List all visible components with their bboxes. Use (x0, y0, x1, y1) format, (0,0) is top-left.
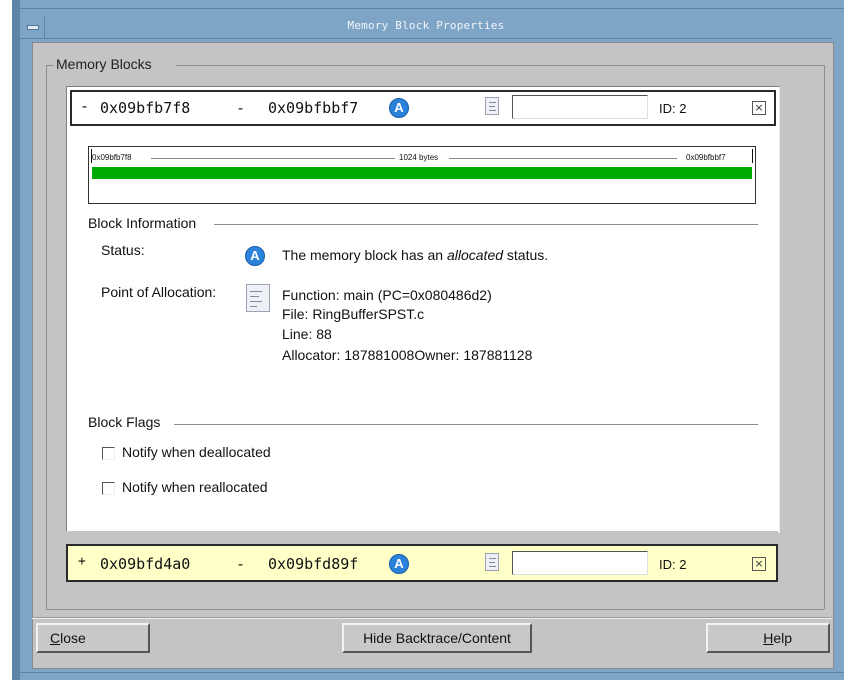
collapse-toggle[interactable]: - (80, 97, 89, 115)
function-line: Function: main (PC=0x080486d2) (282, 287, 492, 303)
block-comment-field[interactable] (512, 95, 648, 119)
expand-toggle[interactable]: + (78, 554, 86, 569)
allocated-icon: A (389, 554, 409, 574)
minimize-icon (27, 25, 39, 30)
block-id: ID: 2 (659, 557, 687, 572)
window-border-bottom (12, 672, 844, 673)
close-icon[interactable]: × (752, 557, 766, 571)
group-border (176, 65, 824, 66)
backtrace-icon[interactable] (485, 97, 499, 115)
notify-realloc-checkbox[interactable] (102, 482, 115, 495)
notify-realloc-label[interactable]: Notify when reallocated (122, 479, 268, 495)
close-icon[interactable]: × (752, 101, 766, 115)
window-border-top (12, 8, 844, 9)
backtrace-icon[interactable] (485, 553, 499, 571)
map-start-address: 0x09bfb7f8 (92, 153, 132, 162)
notify-dealloc-label[interactable]: Notify when deallocated (122, 444, 271, 460)
group-border (46, 65, 54, 66)
map-rule (449, 158, 677, 159)
window-title: Memory Block Properties (347, 19, 505, 32)
allocation-source-icon[interactable] (246, 284, 270, 312)
block-comment-field[interactable] (512, 551, 648, 575)
window-menu-button[interactable] (20, 16, 45, 38)
status-label: Status: (101, 242, 145, 258)
button-separator (32, 618, 832, 619)
memory-blocks-label: Memory Blocks (56, 56, 152, 72)
allocator-owner: Allocator: 187881008Owner: 187881128 (282, 347, 533, 363)
close-button[interactable]: Close (36, 623, 150, 653)
block-start-address: 0x09bfd4a0 (100, 555, 191, 573)
block-end-address: 0x09bfbbf7 (268, 99, 359, 117)
window-border-left[interactable] (12, 0, 20, 680)
address-separator: - (236, 555, 246, 573)
map-end-tick (752, 149, 753, 163)
point-of-allocation-label: Point of Allocation: (101, 284, 217, 300)
status-text: The memory block has an allocated status… (282, 247, 549, 263)
allocated-icon: A (245, 246, 265, 266)
notify-dealloc-checkbox[interactable] (102, 447, 115, 460)
map-start-tick (91, 149, 92, 163)
hide-backtrace-button[interactable]: Hide Backtrace/Content (342, 623, 532, 653)
line-number: Line: 88 (282, 326, 332, 342)
memory-map: 0x09bfb7f8 1024 bytes 0x09bfbbf7 (88, 146, 756, 204)
block-id: ID: 2 (659, 101, 687, 116)
block-info-label: Block Information (88, 215, 197, 231)
group-border (824, 65, 825, 609)
map-rule (151, 158, 395, 159)
file-line: File: RingBufferSPST.c (282, 306, 425, 322)
map-track (92, 167, 752, 179)
panel-gap (66, 531, 778, 541)
group-border (46, 65, 47, 609)
section-divider (174, 424, 758, 425)
address-separator: - (236, 99, 246, 117)
group-border (46, 609, 824, 610)
help-button[interactable]: Help (706, 623, 830, 653)
title-bar[interactable]: Memory Block Properties (20, 16, 832, 39)
map-size: 1024 bytes (399, 153, 439, 162)
block-flags-label: Block Flags (88, 414, 161, 430)
block-start-address: 0x09bfb7f8 (100, 99, 191, 117)
allocation-bar (92, 167, 752, 179)
section-divider (214, 224, 758, 225)
allocated-icon: A (389, 98, 409, 118)
block-end-address: 0x09bfd89f (268, 555, 359, 573)
map-end-address: 0x09bfbbf7 (686, 153, 726, 162)
